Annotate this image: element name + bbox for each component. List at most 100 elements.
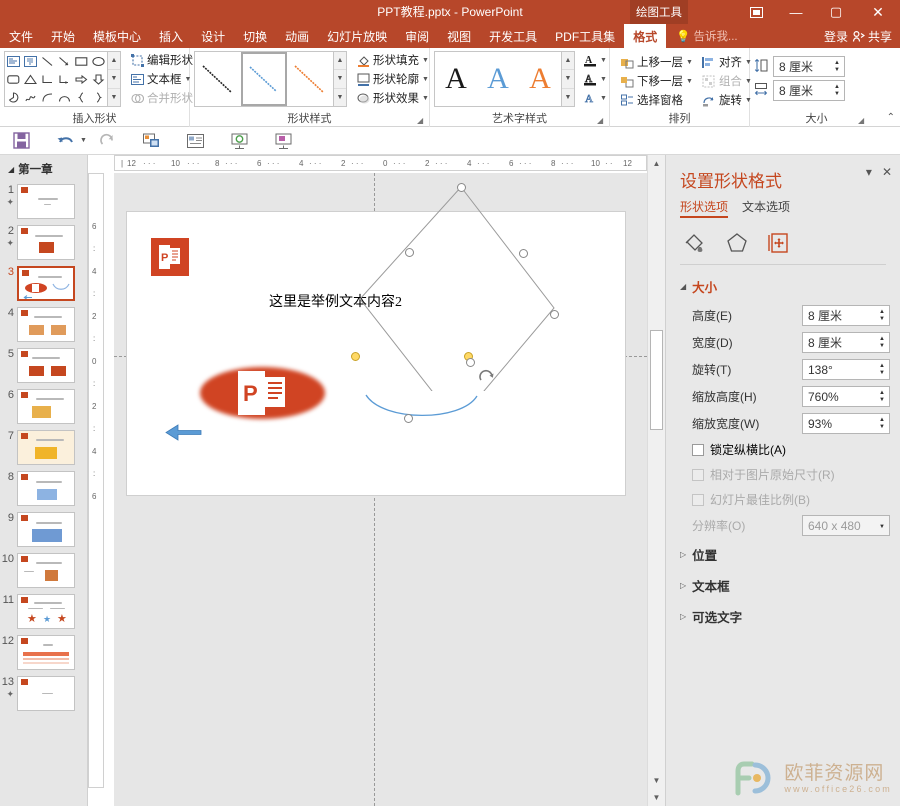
checkbox-lock-aspect-ratio[interactable]: 锁定纵横比(A) <box>666 437 900 462</box>
bring-forward-button[interactable]: 上移一层 ▼ <box>617 53 696 71</box>
shape-freeform-icon[interactable] <box>22 88 39 106</box>
rotation-input[interactable]: 138° ▲ ▼ <box>802 359 890 380</box>
tab-shitu[interactable]: 视图 <box>438 24 480 48</box>
shape-vertical-textbox-icon[interactable] <box>22 52 39 70</box>
tab-text-options[interactable]: 文本选项 <box>742 198 790 218</box>
shape-fill-button[interactable]: 形状填充 ▼ <box>353 51 432 69</box>
send-backward-button[interactable]: 下移一层 ▼ <box>617 72 696 90</box>
thumbnail-preview[interactable] <box>17 676 75 711</box>
thumbnail-item-6[interactable]: 6 <box>0 386 87 427</box>
wordart-styles-scroll[interactable]: ▲ ▼ ▼ <box>562 51 575 107</box>
gallery-scroll-up-icon[interactable]: ▲ <box>334 52 346 71</box>
thumbnail-preview-selected[interactable] <box>17 266 75 301</box>
shape-styles-dialog-launcher[interactable]: ◢ <box>417 116 426 125</box>
expand-triangle-icon[interactable]: ▷ <box>680 550 686 559</box>
thumbnail-preview[interactable]: ★ ★ ★ <box>17 594 75 629</box>
size-properties-icon[interactable] <box>766 230 792 256</box>
signin-button[interactable]: 登录 <box>824 28 848 45</box>
thumbnail-item-5[interactable]: 5 <box>0 345 87 386</box>
thumbnail-preview[interactable] <box>17 307 75 342</box>
expand-triangle-icon[interactable]: ▷ <box>680 581 686 590</box>
shape-arc-icon[interactable] <box>56 88 73 106</box>
scrollbar-thumb[interactable] <box>650 330 663 430</box>
checkbox-box[interactable] <box>692 443 704 456</box>
selection-handle-right[interactable] <box>549 309 559 319</box>
gallery-expand-icon[interactable]: ▼ <box>108 89 120 106</box>
vertical-ruler[interactable]: 6 : 4 : 2 : 0 : 2 : 4 : 6 <box>88 173 104 788</box>
tab-sheji[interactable]: 设计 <box>192 24 234 48</box>
shape-arrow-icon[interactable] <box>56 52 73 70</box>
selected-curve-shape[interactable] <box>363 392 481 424</box>
save-icon[interactable] <box>6 128 36 154</box>
shape-rectangle-icon[interactable] <box>73 52 90 70</box>
gallery-scroll-down-icon[interactable]: ▼ <box>334 70 346 89</box>
slide-thumbnail-pane[interactable]: ◢ 第一章 1 ✦ 2 ✦ 3 4 5 6 7 8 9 10 11 ★ ★ ★ … <box>0 155 88 806</box>
tell-me-box[interactable]: 💡 告诉我... <box>676 24 737 48</box>
gallery-scroll-down-icon[interactable]: ▼ <box>108 70 120 89</box>
scroll-down-icon[interactable]: ▼ <box>648 772 665 789</box>
section-position-header[interactable]: ▷ 位置 <box>666 539 900 570</box>
rotate-button[interactable]: 旋转 ▼ <box>699 91 755 109</box>
collapse-triangle-icon[interactable]: ◢ <box>8 165 14 174</box>
expand-triangle-icon[interactable]: ▷ <box>680 612 686 621</box>
collapse-ribbon-icon[interactable]: ⌃ <box>887 112 895 123</box>
section-textbox-header[interactable]: ▷ 文本框 <box>666 570 900 601</box>
chevron-down-icon[interactable]: ▼ <box>422 57 429 64</box>
minimize-button[interactable]: — <box>776 0 816 24</box>
chevron-down-icon[interactable]: ▼ <box>686 78 693 85</box>
slideshow-icon[interactable] <box>225 128 255 154</box>
tab-wenjian[interactable]: 文件 <box>0 24 42 48</box>
shape-style-orange-line[interactable] <box>287 52 333 106</box>
shape-curve-icon[interactable] <box>39 88 56 106</box>
gallery-scroll-up-icon[interactable]: ▲ <box>562 52 574 71</box>
selection-handle-lower-right[interactable] <box>465 357 475 367</box>
chevron-down-icon[interactable]: ▼ <box>422 76 429 83</box>
width-input[interactable]: 8 厘米 ▲ ▼ <box>802 332 890 353</box>
tab-geshi[interactable]: 格式 <box>624 24 667 48</box>
shape-elbow-connector-icon[interactable] <box>39 70 56 88</box>
tab-charu[interactable]: 插入 <box>150 24 192 48</box>
left-arrow-shape[interactable] <box>165 424 202 441</box>
shape-styles-gallery[interactable] <box>194 51 334 107</box>
chevron-down-icon[interactable]: ▼ <box>422 95 429 102</box>
undo-icon[interactable] <box>50 128 80 154</box>
gallery-scroll-down-icon[interactable]: ▼ <box>562 70 574 89</box>
shape-width-stepper[interactable]: ▲ ▼ <box>831 82 843 99</box>
share-button[interactable]: 共享 <box>852 28 892 45</box>
height-input[interactable]: 8 厘米 ▲ ▼ <box>802 305 890 326</box>
selection-handle-upper-left[interactable] <box>404 247 414 257</box>
wordart-style-blue[interactable]: A <box>477 52 519 106</box>
tab-kaifagongju[interactable]: 开发工具 <box>480 24 546 48</box>
section-size-header[interactable]: ◢ 大小 <box>666 271 900 302</box>
thumbnail-item-4[interactable]: 4 <box>0 304 87 345</box>
tab-mobanzhongxin[interactable]: 模板中心 <box>84 24 150 48</box>
pane-close-icon[interactable]: ✕ <box>882 165 892 179</box>
horizontal-ruler[interactable]: | 12 · · · 10 · · · 8 · · · 6 · · · 4 · … <box>114 155 647 171</box>
shapes-gallery[interactable] <box>4 51 108 107</box>
scroll-up-icon[interactable]: ▲ <box>648 155 665 172</box>
thumbnail-preview[interactable] <box>17 471 75 506</box>
tab-shape-options[interactable]: 形状选项 <box>680 198 729 218</box>
shape-elbow-arrow-icon[interactable] <box>56 70 73 88</box>
close-button[interactable]: ✕ <box>856 0 900 24</box>
thumbnail-preview[interactable] <box>17 635 75 670</box>
expand-triangle-icon[interactable]: ◢ <box>680 282 686 291</box>
thumbnail-item-10[interactable]: 10 <box>0 550 87 591</box>
shape-outline-button[interactable]: 形状轮廓 ▼ <box>353 70 432 88</box>
thumbnail-preview[interactable] <box>17 512 75 547</box>
shape-right-brace-icon[interactable] <box>90 88 107 106</box>
shape-styles-scroll[interactable]: ▲ ▼ ▼ <box>334 51 347 107</box>
shape-down-arrow-icon[interactable] <box>90 70 107 88</box>
thumbnail-item-11[interactable]: 11 ★ ★ ★ <box>0 591 87 632</box>
thumbnail-preview[interactable] <box>17 389 75 424</box>
thumbnail-preview[interactable] <box>17 225 75 260</box>
scale-width-input[interactable]: 93% ▲ ▼ <box>802 413 890 434</box>
shape-rounded-rect-icon[interactable] <box>5 70 22 88</box>
shape-style-dark-line[interactable] <box>195 52 241 106</box>
shape-triangle-icon[interactable] <box>22 70 39 88</box>
wordart-style-black[interactable]: A <box>435 52 477 106</box>
new-slide-icon[interactable] <box>181 128 211 154</box>
tab-shenyue[interactable]: 审阅 <box>396 24 438 48</box>
shape-left-brace-icon[interactable] <box>73 88 90 106</box>
section-alt-text-header[interactable]: ▷ 可选文字 <box>666 601 900 632</box>
